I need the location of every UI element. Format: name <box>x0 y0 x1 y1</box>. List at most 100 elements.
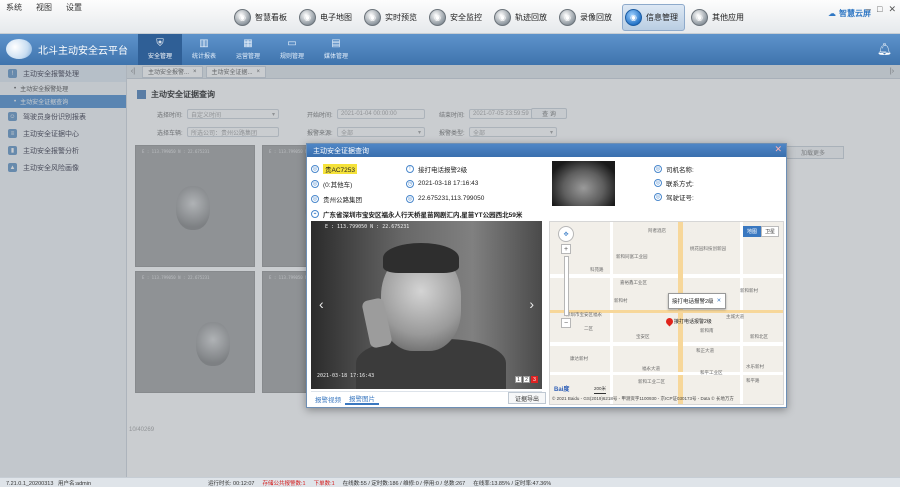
company-icon: ◎ <box>311 194 319 203</box>
driver-name-icon: ◎ <box>654 165 662 173</box>
app-header: 北斗主动安全云平台 ⛨ 安全管理 ▥ 统计报表 ▦ 运营管理 ▭ 规则管理 ▤ 媒体管理 … <box>0 34 900 65</box>
coordinates: 22.675231,113.799050 <box>418 195 485 202</box>
chart-icon: ▥ <box>199 38 209 49</box>
alarm-count-text[interactable]: 存储公共报警数:1 <box>262 479 305 487</box>
online-stats-text: 在线数:55 / 定时数:186 / 维修:0 / 停用:0 / 总数:267 <box>342 480 466 487</box>
module-dashboard[interactable]: ◉ 智慧看板 <box>232 4 293 31</box>
version-text: 7.21.0.1_20200313 <box>6 480 54 487</box>
location-icon: ⌖ <box>311 209 319 218</box>
tab-safety[interactable]: ⛨ 安全管理 <box>138 34 182 65</box>
alarm-type-icon: ! <box>406 164 414 173</box>
preview-icon: ◉ <box>364 9 381 26</box>
alarm-address: 广东省深圳市宝安区福永人行天桥星苗网剧汇内,星苗YT公园西北59米 <box>323 211 523 219</box>
menu-view[interactable]: 视图 <box>36 2 52 13</box>
user-text: 用户名:admin <box>58 480 92 487</box>
alarm-info: ◎ 贵AC7253 ! 接打电话报警2级 ◎ (0:其他车) ◷ 2021-03-18 … <box>311 161 551 221</box>
module-apps[interactable]: ◉ 其他应用 <box>689 4 750 31</box>
tab-alarm-image[interactable]: 报警图片 <box>345 393 379 405</box>
alarm-type: 接打电话报警2级 <box>418 166 468 174</box>
company-name: 贵州公路集团 <box>323 196 362 204</box>
media-icon: ▤ <box>331 38 341 49</box>
bell-icon[interactable]: 🔔︎ <box>877 42 892 56</box>
pager-item-current[interactable]: 3 <box>531 376 538 383</box>
pin-label: 接打电话报警2级 <box>674 319 712 325</box>
module-monitor[interactable]: ◉ 安全监控 <box>427 4 488 31</box>
plate-icon: ◎ <box>311 164 319 173</box>
evidence-detail-dialog: 主动安全证据查询 ✕ ◎ 贵AC7253 ! 接打电话报警2级 ◎ (0:其他车) ◷… <box>306 143 787 408</box>
map-pin-icon[interactable] <box>664 316 675 327</box>
tab-operations[interactable]: ▦ 运营管理 <box>226 34 270 65</box>
dialog-title: 主动安全证据查询 <box>313 147 369 155</box>
logo-icon <box>6 39 32 59</box>
tab-reports[interactable]: ▥ 统计报表 <box>182 34 226 65</box>
map-icon: ◉ <box>299 9 316 26</box>
map-type-switch: 地图 卫星 <box>742 226 779 237</box>
map-zoom-control: ✥ + − <box>558 226 574 328</box>
map-type-map[interactable]: 地图 <box>742 226 761 237</box>
rules-icon: ▭ <box>287 38 297 49</box>
tab-alarm-video[interactable]: 报警视频 <box>311 393 345 405</box>
baidu-logo: Bai度 <box>554 387 570 393</box>
module-preview[interactable]: ◉ 实时预览 <box>362 4 423 31</box>
system-menu: 系统 视图 设置 <box>6 2 82 13</box>
shield-icon: ⛨ <box>156 38 164 49</box>
pan-control-icon[interactable]: ✥ <box>558 226 574 242</box>
module-map[interactable]: ◉ 电子地图 <box>297 4 358 31</box>
menu-settings[interactable]: 设置 <box>66 2 82 13</box>
close-icon[interactable]: ✕ <box>717 298 722 304</box>
close-icon[interactable]: ✕ <box>888 4 896 15</box>
driver-info: ◎ 司机名称: ◎ 联系方式: ◎ 驾驶证号: <box>654 165 694 202</box>
pager-item[interactable]: 2 <box>523 376 530 383</box>
image-date-overlay: 2021-03-18 17:16:43 <box>317 373 375 379</box>
zoom-slider[interactable] <box>563 256 569 316</box>
minimize-icon[interactable]: – <box>866 4 871 15</box>
module-track[interactable]: ◉ 轨迹回放 <box>492 4 553 31</box>
module-info[interactable]: ◉ 信息管理 <box>622 4 685 31</box>
menu-system[interactable]: 系统 <box>6 2 22 13</box>
export-evidence-button[interactable]: 证据导出 <box>508 392 546 404</box>
module-bar: ◉ 智慧看板 ◉ 电子地图 ◉ 实时预览 ◉ 安全监控 ◉ 轨迹回放 ◉ 录像回放 ◉ 信息管… <box>232 4 750 31</box>
info-icon: ◉ <box>625 9 642 26</box>
chevron-right-icon[interactable]: › <box>529 296 534 312</box>
track-icon: ◉ <box>494 9 511 26</box>
runtime-text: 运行时长: 00:12:07 <box>208 480 255 487</box>
image-coords-overlay: E : 113.799050 N : 22.675231 <box>325 224 410 230</box>
location-map[interactable]: 阿者酒店 新和同富工业园 桃花园科技创新园 科苑路 嘉裕鑫工业区 新和村 深圳市… <box>549 221 784 405</box>
online-rate-text: 在线率:13.85% / 定时率:47.36% <box>473 480 552 487</box>
close-icon[interactable]: ✕ <box>774 144 782 155</box>
app-title: 北斗主动安全云平台 <box>38 45 128 57</box>
ops-icon: ▦ <box>243 38 253 49</box>
zoom-in-button[interactable]: + <box>561 244 571 254</box>
map-type-satellite[interactable]: 卫星 <box>760 226 779 237</box>
phone-icon: ◎ <box>654 179 662 187</box>
monitor-icon: ◉ <box>429 9 446 26</box>
unhandled-count-text[interactable]: 下单数:1 <box>314 479 335 487</box>
dashboard-icon: ◉ <box>234 9 251 26</box>
status-bar: 7.21.0.1_20200313 用户名:admin 运行时长: 00:12:… <box>0 477 900 487</box>
tab-rules[interactable]: ▭ 规则管理 <box>270 34 314 65</box>
driver-photo <box>552 161 615 206</box>
alarm-image-viewer[interactable]: E : 113.799050 N : 22.675231 2021-03-18 … <box>311 221 542 389</box>
maximize-icon[interactable]: □ <box>877 4 882 15</box>
vehicle-icon: ◎ <box>311 179 319 188</box>
chevron-left-icon[interactable]: ‹ <box>319 296 324 312</box>
license-icon: ◎ <box>654 193 662 201</box>
system-menubar: 系统 视图 设置 ◉ 智慧看板 ◉ 电子地图 ◉ 实时预览 ◉ 安全监控 ◉ 轨迹回放 ◉… <box>0 0 900 34</box>
map-scale: 200米 <box>594 386 607 394</box>
plate-number: 贵AC7253 <box>323 163 357 174</box>
vehicle-color: (0:其他车) <box>323 181 353 189</box>
cloud-icon: ☁ <box>828 9 836 18</box>
alarm-time: 2021-03-18 17:16:43 <box>418 180 479 187</box>
tab-media[interactable]: ▤ 媒体管理 <box>314 34 358 65</box>
alarm-popup: 接打电话报警2级 ✕ <box>668 293 726 309</box>
smart-screen-link[interactable]: ☁ 智慧云屏 <box>828 8 871 19</box>
video-icon: ◉ <box>559 9 576 26</box>
zoom-out-button[interactable]: − <box>561 318 571 328</box>
pager-item[interactable]: 1 <box>515 376 522 383</box>
apps-icon: ◉ <box>691 9 708 26</box>
image-pager: 1 2 3 <box>515 376 538 383</box>
clock-icon: ◷ <box>406 179 414 188</box>
header-nav: ⛨ 安全管理 ▥ 统计报表 ▦ 运营管理 ▭ 规则管理 ▤ 媒体管理 <box>138 34 358 65</box>
map-copyright: © 2021 Baidu - GS(2019)6218号 - 甲测资字11009… <box>552 396 734 401</box>
module-video[interactable]: ◉ 录像回放 <box>557 4 618 31</box>
